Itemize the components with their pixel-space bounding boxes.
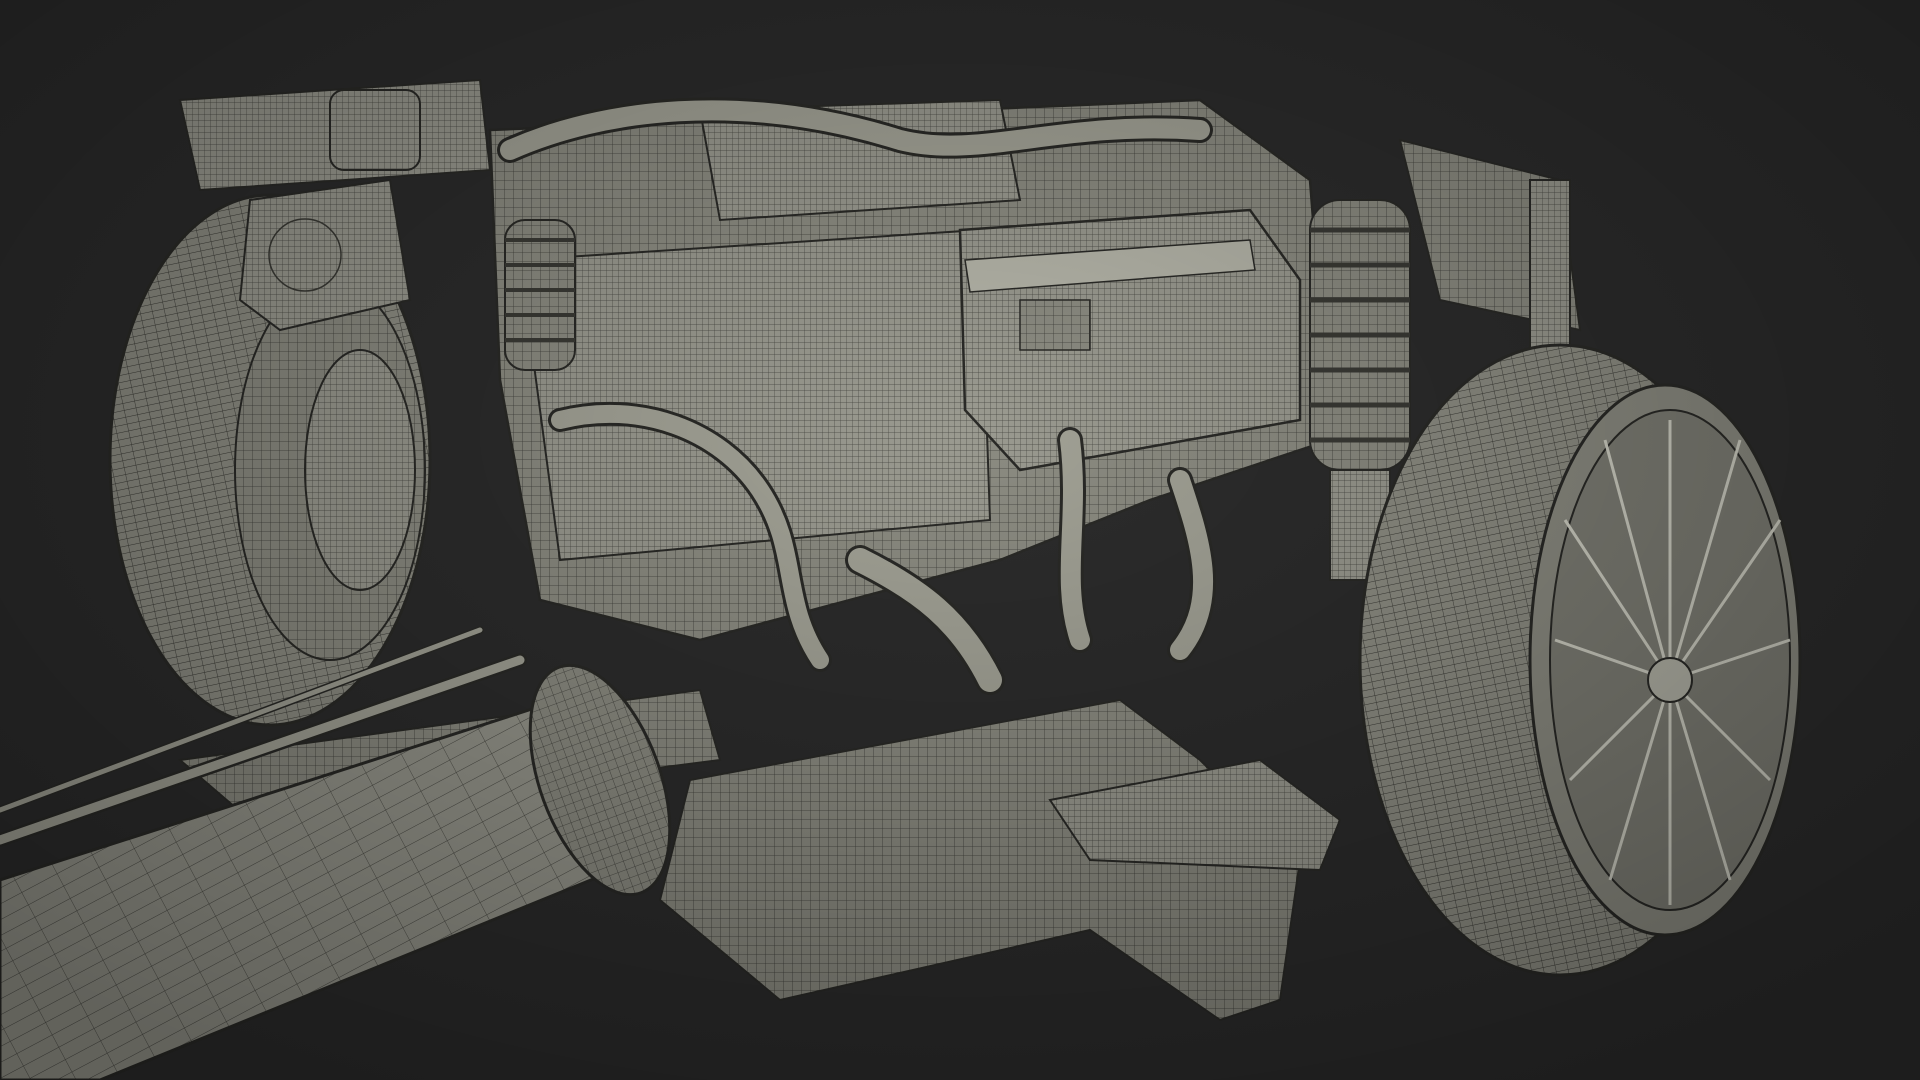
render-shading (0, 0, 1920, 1080)
render-viewport (0, 0, 1920, 1080)
chassis-wireframe-render (0, 0, 1920, 1080)
